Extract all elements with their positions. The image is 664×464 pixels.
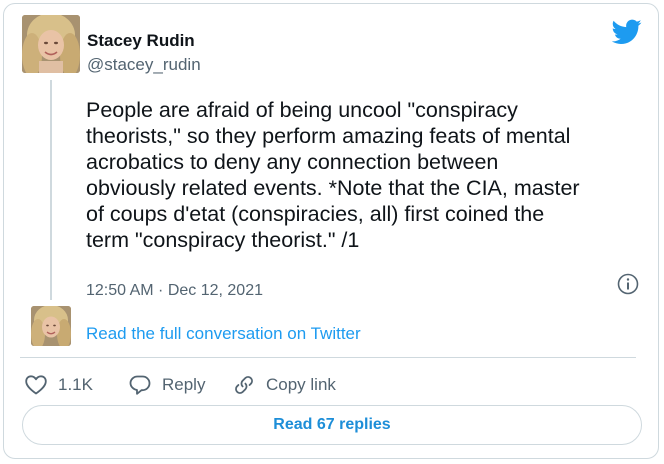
like-count: 1.1K xyxy=(58,375,93,394)
read-replies-button[interactable]: Read 67 replies xyxy=(22,405,642,445)
reply-author-avatar[interactable] xyxy=(31,306,71,346)
thread-line xyxy=(50,80,52,300)
copy-link-label: Copy link xyxy=(266,375,336,394)
tweet-text: People are afraid of being uncool "consp… xyxy=(86,98,580,252)
like-button[interactable]: 1.1K xyxy=(24,371,93,399)
info-icon[interactable] xyxy=(617,273,639,295)
tweet-timestamp[interactable]: 12:50 AM · Dec 12, 2021 xyxy=(86,281,263,301)
copy-link-button[interactable]: Copy link xyxy=(232,371,336,399)
heart-icon xyxy=(25,375,47,395)
read-conversation-link[interactable]: Read the full conversation on Twitter xyxy=(86,323,361,345)
author-handle[interactable]: @stacey_rudin xyxy=(87,55,201,75)
author-avatar[interactable] xyxy=(22,15,80,73)
read-replies-label: Read 67 replies xyxy=(273,416,391,433)
author-name[interactable]: Stacey Rudin xyxy=(87,31,195,51)
speech-bubble-icon xyxy=(129,375,151,395)
reply-label: Reply xyxy=(162,375,206,394)
divider xyxy=(20,357,636,358)
link-icon xyxy=(235,376,253,394)
twitter-bird-icon[interactable] xyxy=(612,19,642,45)
reply-button[interactable]: Reply xyxy=(128,371,205,399)
